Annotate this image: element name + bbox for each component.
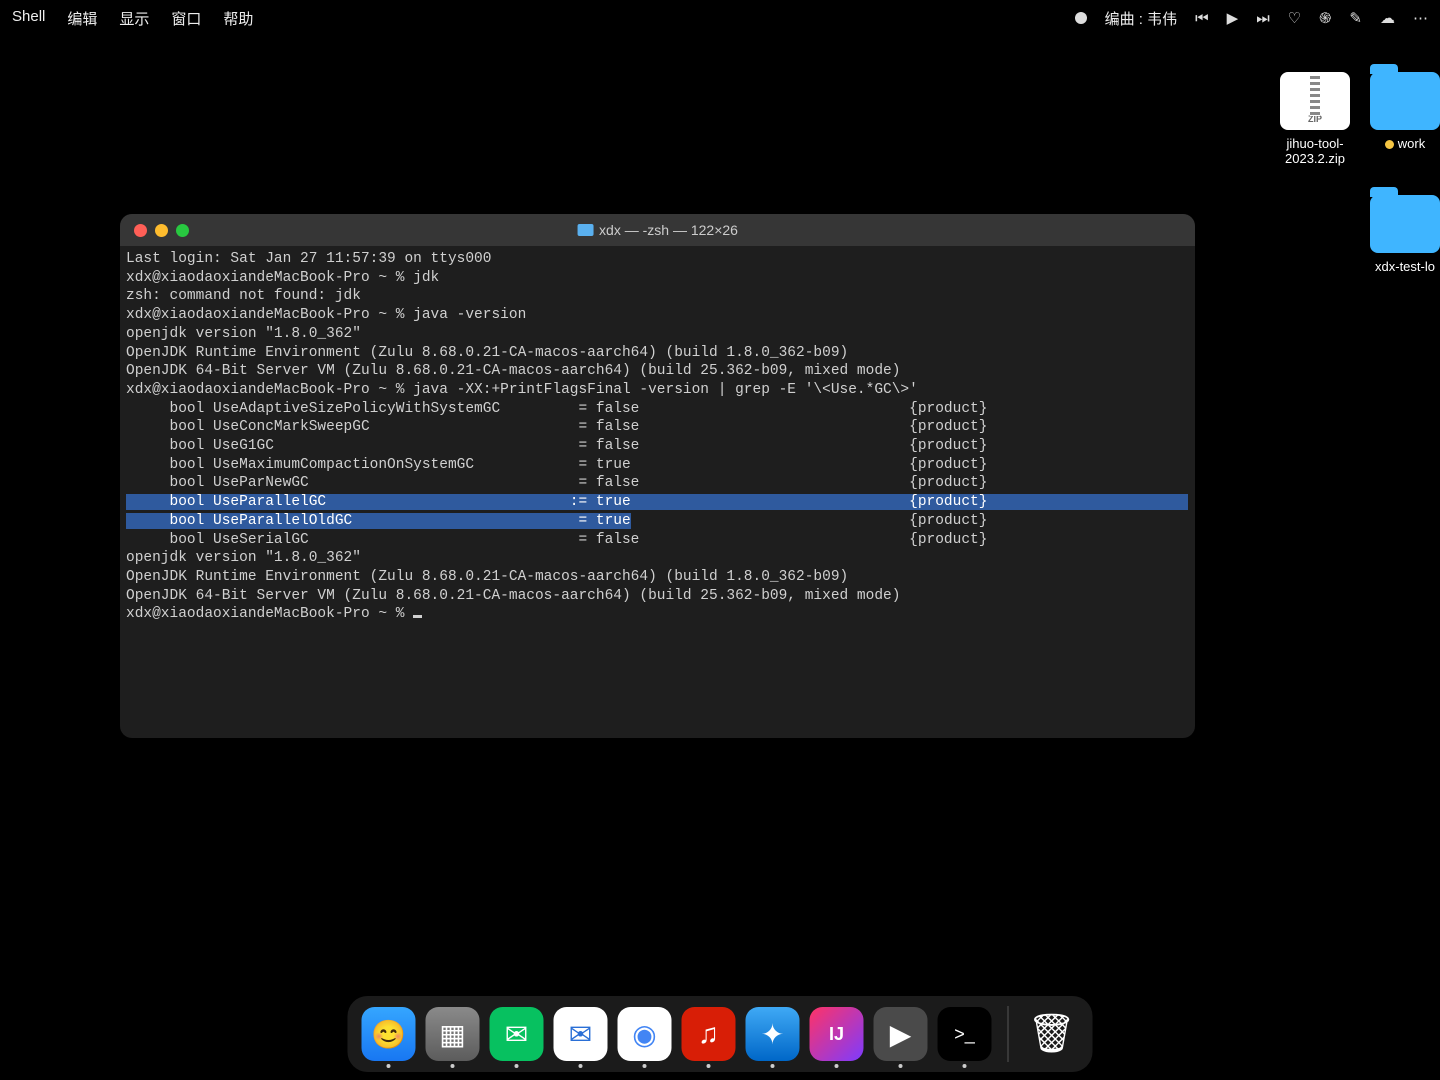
terminal-line: bool UseMaximumCompactionOnSystemGC = tr… (126, 456, 1189, 475)
desktop-folder-xdx[interactable]: xdx-test-lo (1360, 195, 1440, 274)
terminal-output[interactable]: Last login: Sat Jan 27 11:57:39 on ttys0… (120, 246, 1195, 628)
menubar: Shell 编辑 显示 窗口 帮助 编曲 : 韦伟 ⏮ ▶ ⏭ ♡ ֍ ✎ ☁ … (0, 0, 1440, 36)
terminal-line: xdx@xiaodaoxiandeMacBook-Pro ~ % jdk (126, 269, 1189, 288)
overflow-icon[interactable]: ⋯ (1413, 9, 1428, 27)
dock: 😊▦✉✉◉♫✦IJ▶>_🗑 (348, 996, 1093, 1072)
terminal-line: xdx@xiaodaoxiandeMacBook-Pro ~ % (126, 605, 1189, 624)
zip-icon: ZIP (1280, 72, 1350, 130)
dock-launchpad[interactable]: ▦ (426, 1007, 480, 1061)
desktop-zip-file[interactable]: ZIP jihuo-tool-2023.2.zip (1270, 72, 1360, 166)
terminal-line: OpenJDK Runtime Environment (Zulu 8.68.0… (126, 344, 1189, 363)
desktop-folder-work[interactable]: work (1360, 72, 1440, 151)
terminal-line: Last login: Sat Jan 27 11:57:39 on ttys0… (126, 250, 1189, 269)
terminal-line: openjdk version "1.8.0_362" (126, 325, 1189, 344)
terminal-line: bool UseConcMarkSweepGC = false {product… (126, 418, 1189, 437)
folder-mini-icon (577, 224, 593, 236)
dock-chrome[interactable]: ◉ (618, 1007, 672, 1061)
terminal-line: bool UseParNewGC = false {product} (126, 474, 1189, 493)
terminal-line: xdx@xiaodaoxiandeMacBook-Pro ~ % java -X… (126, 381, 1189, 400)
dock-safari[interactable]: ✦ (746, 1007, 800, 1061)
brush-icon[interactable]: ✎ (1349, 9, 1362, 27)
menu-view[interactable]: 显示 (119, 8, 149, 29)
desktop-folder-label: xdx-test-lo (1360, 259, 1440, 274)
prev-track-icon[interactable]: ⏮ (1195, 10, 1209, 27)
folder-icon (1370, 195, 1440, 253)
minimize-button[interactable] (155, 224, 168, 237)
wechat-status-icon[interactable]: ☁ (1380, 9, 1395, 27)
terminal-line: bool UseParallelGC := true {product} (126, 493, 1189, 512)
terminal-line: xdx@xiaodaoxiandeMacBook-Pro ~ % java -v… (126, 306, 1189, 325)
terminal-line: OpenJDK 64-Bit Server VM (Zulu 8.68.0.21… (126, 587, 1189, 606)
folder-icon (1370, 72, 1440, 130)
record-status-icon[interactable] (1075, 12, 1087, 24)
menu-shell[interactable]: Shell (12, 8, 45, 29)
zoom-button[interactable] (176, 224, 189, 237)
terminal-line: bool UseG1GC = false {product} (126, 437, 1189, 456)
dock-separator (1008, 1006, 1009, 1062)
desktop-zip-label: jihuo-tool-2023.2.zip (1270, 136, 1360, 166)
terminal-title: xdx — -zsh — 122×26 (577, 222, 738, 238)
now-playing[interactable]: 编曲 : 韦伟 (1105, 8, 1178, 29)
dock-quicktime[interactable]: ▶ (874, 1007, 928, 1061)
terminal-line: bool UseSerialGC = false {product} (126, 531, 1189, 550)
terminal-titlebar[interactable]: xdx — -zsh — 122×26 (120, 214, 1195, 246)
dock-wechat[interactable]: ✉ (490, 1007, 544, 1061)
menu-help[interactable]: 帮助 (223, 8, 253, 29)
terminal-cursor (413, 615, 422, 618)
desktop-item-my[interactable]: My (1410, 545, 1440, 560)
terminal-line: openjdk version "1.8.0_362" (126, 549, 1189, 568)
terminal-line: OpenJDK 64-Bit Server VM (Zulu 8.68.0.21… (126, 362, 1189, 381)
terminal-line: bool UseAdaptiveSizePolicyWithSystemGC =… (126, 400, 1189, 419)
desktop-folder-label: work (1360, 136, 1440, 151)
dock-intellij[interactable]: IJ (810, 1007, 864, 1061)
close-button[interactable] (134, 224, 147, 237)
terminal-line: zsh: command not found: jdk (126, 287, 1189, 306)
next-track-icon[interactable]: ⏭ (1256, 10, 1270, 27)
menu-window[interactable]: 窗口 (171, 8, 201, 29)
dock-finder[interactable]: 😊 (362, 1007, 416, 1061)
dock-netease[interactable]: ♫ (682, 1007, 736, 1061)
desktop-item-label: My (1410, 545, 1440, 560)
dock-terminal[interactable]: >_ (938, 1007, 992, 1061)
terminal-line: OpenJDK Runtime Environment (Zulu 8.68.0… (126, 568, 1189, 587)
dock-mail[interactable]: ✉ (554, 1007, 608, 1061)
dock-trash[interactable]: 🗑 (1025, 1007, 1079, 1061)
menu-edit[interactable]: 编辑 (67, 8, 97, 29)
play-icon[interactable]: ▶ (1227, 9, 1239, 27)
terminal-window[interactable]: xdx — -zsh — 122×26 Last login: Sat Jan … (120, 214, 1195, 738)
terminal-line: bool UseParallelOldGC = true {product} (126, 512, 1189, 531)
heart-icon[interactable]: ♡ (1288, 9, 1301, 27)
spiral-icon[interactable]: ֍ (1319, 8, 1331, 28)
